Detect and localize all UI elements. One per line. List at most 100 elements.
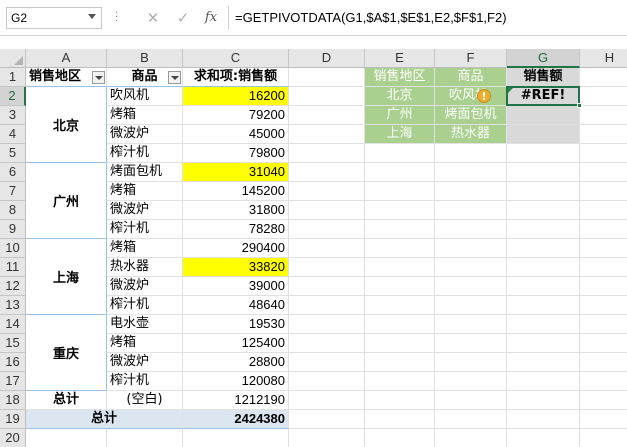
lookup-header-product[interactable]: 商品 [435, 68, 507, 87]
filter-dropdown-region[interactable] [92, 71, 105, 84]
cell[interactable] [365, 239, 435, 258]
cell[interactable] [289, 125, 365, 144]
cell[interactable] [289, 391, 365, 410]
cell[interactable] [365, 201, 435, 220]
cell[interactable] [507, 163, 580, 182]
cell[interactable] [580, 391, 627, 410]
pivot-value-cell[interactable]: 290400 [183, 239, 289, 258]
cell[interactable] [289, 163, 365, 182]
cell[interactable] [289, 277, 365, 296]
pivot-value-cell[interactable]: 19530 [183, 315, 289, 334]
cell[interactable] [580, 277, 627, 296]
cell[interactable] [435, 429, 507, 447]
pivot-value-cell[interactable]: 16200 [183, 87, 289, 106]
row-header-14[interactable]: 14 [0, 315, 26, 334]
cell[interactable] [365, 372, 435, 391]
lookup-region-cell[interactable]: 广州 [365, 106, 435, 125]
cell[interactable] [580, 315, 627, 334]
pivot-blank-value[interactable]: 1212190 [183, 391, 289, 410]
lookup-region-cell[interactable]: 北京 [365, 87, 435, 106]
cell[interactable] [26, 429, 107, 447]
cell[interactable] [580, 68, 627, 87]
row-header-5[interactable]: 5 [0, 144, 26, 163]
cell[interactable] [580, 296, 627, 315]
cell[interactable] [365, 429, 435, 447]
cell[interactable] [507, 353, 580, 372]
column-header-c[interactable]: C [183, 49, 289, 68]
column-header-b[interactable]: B [107, 49, 183, 68]
pivot-region-label[interactable]: 广州 [26, 163, 107, 239]
cell[interactable] [580, 258, 627, 277]
cell[interactable] [365, 277, 435, 296]
row-header-1[interactable]: 1 [0, 68, 26, 87]
cell[interactable] [507, 391, 580, 410]
cell[interactable] [289, 87, 365, 106]
pivot-product-cell[interactable]: 微波炉 [107, 277, 183, 296]
pivot-value-cell[interactable]: 31800 [183, 201, 289, 220]
column-header-g[interactable]: G [507, 49, 580, 68]
pivot-product-cell[interactable]: 榨汁机 [107, 220, 183, 239]
row-header-11[interactable]: 11 [0, 258, 26, 277]
row-header-18[interactable]: 18 [0, 391, 26, 410]
cell[interactable] [435, 277, 507, 296]
cell[interactable] [365, 334, 435, 353]
pivot-value-cell[interactable]: 33820 [183, 258, 289, 277]
filter-dropdown-product[interactable] [168, 71, 181, 84]
cell[interactable] [289, 182, 365, 201]
cell[interactable] [365, 315, 435, 334]
cell[interactable] [435, 258, 507, 277]
lookup-region-cell[interactable]: 上海 [365, 125, 435, 144]
row-header-19[interactable]: 19 [0, 410, 26, 429]
cell[interactable] [507, 410, 580, 429]
cell[interactable] [507, 258, 580, 277]
lookup-product-cell[interactable]: 吹风机 [435, 87, 507, 106]
cell[interactable] [289, 429, 365, 447]
cell[interactable] [365, 144, 435, 163]
lookup-product-cell[interactable]: 烤面包机 [435, 106, 507, 125]
cell[interactable] [507, 201, 580, 220]
cell[interactable] [289, 372, 365, 391]
cell[interactable] [435, 296, 507, 315]
cell[interactable] [580, 429, 627, 447]
row-header-6[interactable]: 6 [0, 163, 26, 182]
cell[interactable] [289, 315, 365, 334]
row-header-16[interactable]: 16 [0, 353, 26, 372]
cell[interactable] [580, 87, 627, 106]
cell[interactable] [435, 372, 507, 391]
column-header-h[interactable]: H [580, 49, 627, 68]
pivot-value-cell[interactable]: 31040 [183, 163, 289, 182]
pivot-value-cell[interactable]: 145200 [183, 182, 289, 201]
row-header-2[interactable]: 2 [0, 87, 26, 106]
row-header-8[interactable]: 8 [0, 201, 26, 220]
cell[interactable] [107, 429, 183, 447]
cell[interactable] [507, 315, 580, 334]
cell[interactable] [435, 391, 507, 410]
cell[interactable] [435, 220, 507, 239]
cell[interactable] [580, 372, 627, 391]
pivot-blank-label[interactable]: (空白) [107, 391, 183, 410]
cell[interactable] [435, 201, 507, 220]
pivot-product-cell[interactable]: 微波炉 [107, 125, 183, 144]
cell[interactable] [507, 220, 580, 239]
cell[interactable] [435, 334, 507, 353]
cell[interactable] [435, 144, 507, 163]
column-header-d[interactable]: D [289, 49, 365, 68]
cell[interactable] [365, 220, 435, 239]
pivot-value-cell[interactable]: 48640 [183, 296, 289, 315]
cell[interactable] [289, 258, 365, 277]
column-header-e[interactable]: E [365, 49, 435, 68]
cell[interactable] [580, 163, 627, 182]
cell[interactable] [365, 296, 435, 315]
pivot-value-cell[interactable]: 120080 [183, 372, 289, 391]
pivot-product-cell[interactable]: 吹风机 [107, 87, 183, 106]
pivot-product-cell[interactable]: 烤箱 [107, 239, 183, 258]
cell[interactable] [365, 410, 435, 429]
warning-icon[interactable]: ! [477, 89, 491, 103]
cell[interactable] [365, 353, 435, 372]
cell[interactable] [580, 239, 627, 258]
lookup-product-cell[interactable]: 热水器 [435, 125, 507, 144]
drag-handle-icon[interactable]: · · · [115, 9, 118, 27]
cell[interactable] [435, 315, 507, 334]
pivot-value-cell[interactable]: 79200 [183, 106, 289, 125]
cell[interactable] [435, 182, 507, 201]
